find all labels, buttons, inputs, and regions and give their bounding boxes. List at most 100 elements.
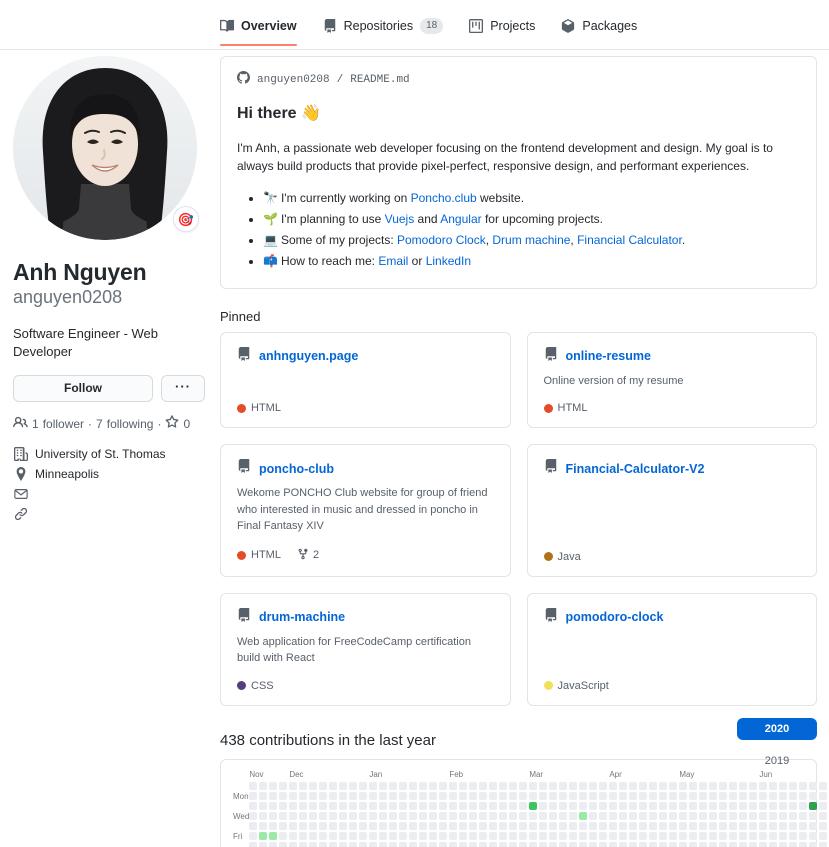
calendar-day-cell[interactable] bbox=[259, 811, 268, 820]
calendar-day-cell[interactable] bbox=[259, 841, 268, 847]
calendar-day-cell[interactable] bbox=[759, 781, 768, 790]
calendar-day-cell[interactable] bbox=[769, 781, 778, 790]
calendar-day-cell[interactable] bbox=[569, 831, 578, 840]
calendar-day-cell[interactable] bbox=[309, 781, 318, 790]
calendar-day-cell[interactable] bbox=[299, 781, 308, 790]
calendar-day-cell[interactable] bbox=[699, 781, 708, 790]
calendar-day-cell[interactable] bbox=[479, 821, 488, 830]
calendar-day-cell[interactable] bbox=[499, 791, 508, 800]
calendar-day-cell[interactable] bbox=[679, 831, 688, 840]
calendar-day-cell[interactable] bbox=[579, 801, 588, 810]
calendar-day-cell[interactable] bbox=[469, 831, 478, 840]
calendar-day-cell[interactable] bbox=[549, 831, 558, 840]
calendar-day-cell[interactable] bbox=[349, 821, 358, 830]
calendar-day-cell[interactable] bbox=[529, 811, 538, 820]
calendar-day-cell[interactable] bbox=[749, 811, 758, 820]
year-2020-button[interactable]: 2020 bbox=[737, 718, 817, 740]
calendar-day-cell[interactable] bbox=[529, 821, 538, 830]
pinned-repo-name[interactable]: pomodoro-clock bbox=[566, 610, 664, 624]
calendar-day-cell[interactable] bbox=[639, 811, 648, 820]
calendar-day-cell[interactable] bbox=[589, 781, 598, 790]
calendar-day-cell[interactable] bbox=[629, 821, 638, 830]
calendar-day-cell[interactable] bbox=[399, 841, 408, 847]
calendar-day-cell[interactable] bbox=[739, 781, 748, 790]
pinned-repo-card[interactable]: Financial-Calculator-V2 Java bbox=[526, 444, 817, 577]
calendar-day-cell[interactable] bbox=[529, 831, 538, 840]
calendar-day-cell[interactable] bbox=[409, 821, 418, 830]
calendar-day-cell[interactable] bbox=[759, 821, 768, 830]
calendar-day-cell[interactable] bbox=[339, 831, 348, 840]
calendar-day-cell[interactable] bbox=[689, 811, 698, 820]
calendar-day-cell[interactable] bbox=[499, 831, 508, 840]
calendar-day-cell[interactable] bbox=[519, 801, 528, 810]
calendar-day-cell[interactable] bbox=[719, 781, 728, 790]
calendar-day-cell[interactable] bbox=[809, 831, 818, 840]
calendar-day-cell[interactable] bbox=[299, 821, 308, 830]
readme-owner[interactable]: anguyen0208 bbox=[257, 74, 330, 86]
calendar-day-cell[interactable] bbox=[429, 821, 438, 830]
calendar-day-cell[interactable] bbox=[449, 841, 458, 847]
readme-filename[interactable]: README.md bbox=[350, 74, 409, 86]
calendar-day-cell[interactable] bbox=[599, 831, 608, 840]
calendar-day-cell[interactable] bbox=[789, 781, 798, 790]
calendar-day-cell[interactable] bbox=[789, 831, 798, 840]
follow-button[interactable]: Follow bbox=[13, 374, 153, 402]
calendar-day-cell[interactable] bbox=[769, 801, 778, 810]
calendar-day-cell[interactable] bbox=[359, 811, 368, 820]
calendar-day-cell[interactable] bbox=[519, 791, 528, 800]
calendar-day-cell[interactable] bbox=[399, 801, 408, 810]
calendar-day-cell[interactable] bbox=[559, 781, 568, 790]
calendar-day-cell[interactable] bbox=[429, 831, 438, 840]
calendar-day-cell[interactable] bbox=[549, 781, 558, 790]
calendar-day-cell[interactable] bbox=[699, 811, 708, 820]
calendar-day-cell[interactable] bbox=[509, 791, 518, 800]
calendar-day-cell[interactable] bbox=[339, 841, 348, 847]
calendar-day-cell[interactable] bbox=[709, 841, 718, 847]
calendar-day-cell[interactable] bbox=[389, 781, 398, 790]
calendar-day-cell[interactable] bbox=[309, 831, 318, 840]
calendar-day-cell[interactable] bbox=[409, 831, 418, 840]
stars-count[interactable]: 0 bbox=[183, 417, 190, 431]
calendar-day-cell[interactable] bbox=[729, 821, 738, 830]
calendar-day-cell[interactable] bbox=[719, 811, 728, 820]
calendar-day-cell[interactable] bbox=[519, 831, 528, 840]
calendar-day-cell[interactable] bbox=[459, 811, 468, 820]
calendar-day-cell[interactable] bbox=[529, 781, 538, 790]
calendar-day-cell[interactable] bbox=[589, 831, 598, 840]
calendar-day-cell[interactable] bbox=[629, 801, 638, 810]
calendar-day-cell[interactable] bbox=[689, 841, 698, 847]
calendar-day-cell[interactable] bbox=[669, 831, 678, 840]
calendar-day-cell[interactable] bbox=[659, 791, 668, 800]
calendar-day-cell[interactable] bbox=[519, 821, 528, 830]
calendar-day-cell[interactable] bbox=[809, 791, 818, 800]
calendar-day-cell[interactable] bbox=[269, 831, 278, 840]
calendar-day-cell[interactable] bbox=[749, 791, 758, 800]
calendar-day-cell[interactable] bbox=[609, 801, 618, 810]
calendar-day-cell[interactable] bbox=[699, 841, 708, 847]
calendar-day-cell[interactable] bbox=[449, 811, 458, 820]
calendar-day-cell[interactable] bbox=[319, 831, 328, 840]
calendar-day-cell[interactable] bbox=[629, 811, 638, 820]
calendar-day-cell[interactable] bbox=[709, 781, 718, 790]
calendar-day-cell[interactable] bbox=[619, 831, 628, 840]
calendar-day-cell[interactable] bbox=[279, 831, 288, 840]
calendar-day-cell[interactable] bbox=[349, 791, 358, 800]
link-vuejs[interactable]: Vuejs bbox=[385, 212, 415, 226]
calendar-day-cell[interactable] bbox=[579, 821, 588, 830]
calendar-day-cell[interactable] bbox=[259, 791, 268, 800]
calendar-day-cell[interactable] bbox=[279, 841, 288, 847]
calendar-day-cell[interactable] bbox=[339, 801, 348, 810]
calendar-day-cell[interactable] bbox=[599, 801, 608, 810]
calendar-day-cell[interactable] bbox=[429, 811, 438, 820]
calendar-day-cell[interactable] bbox=[319, 811, 328, 820]
calendar-day-cell[interactable] bbox=[689, 781, 698, 790]
calendar-day-cell[interactable] bbox=[329, 781, 338, 790]
calendar-day-cell[interactable] bbox=[699, 791, 708, 800]
calendar-day-cell[interactable] bbox=[589, 791, 598, 800]
calendar-day-cell[interactable] bbox=[549, 811, 558, 820]
calendar-day-cell[interactable] bbox=[379, 791, 388, 800]
pinned-repo-name[interactable]: Financial-Calculator-V2 bbox=[566, 462, 705, 476]
calendar-day-cell[interactable] bbox=[409, 811, 418, 820]
calendar-day-cell[interactable] bbox=[389, 831, 398, 840]
calendar-day-cell[interactable] bbox=[819, 781, 828, 790]
